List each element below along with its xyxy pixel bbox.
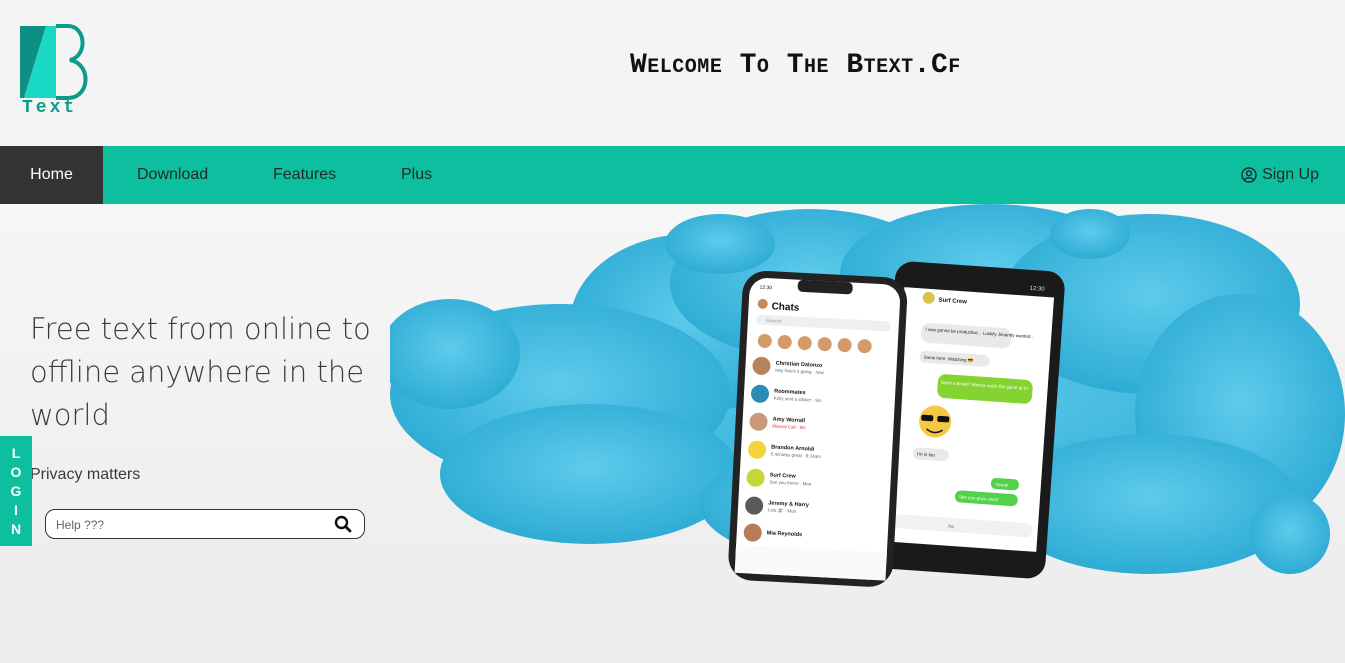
nav-features[interactable]: Features — [273, 146, 336, 204]
page: Text Welcome To The Btext.Cf Home Downlo… — [0, 0, 1345, 663]
site-logo[interactable]: Text — [16, 22, 92, 118]
login-letter: N — [10, 521, 22, 537]
help-search-box — [45, 509, 365, 539]
left-phone-header: Chats — [771, 301, 800, 313]
search-icon[interactable] — [334, 515, 352, 538]
header: Text Welcome To The Btext.Cf — [0, 0, 1345, 146]
welcome-heading: Welcome To The Btext.Cf — [630, 50, 961, 81]
nav-plus[interactable]: Plus — [401, 146, 432, 204]
phone-left: 12:30 Chats Search Christian Dalonzo Hey… — [728, 270, 908, 587]
login-letter: I — [14, 502, 18, 518]
login-side-tab[interactable]: L O G I N — [0, 436, 32, 546]
login-letter: G — [10, 483, 22, 499]
help-search-input[interactable] — [56, 515, 326, 535]
right-phone-time: 12:30 — [1029, 286, 1045, 293]
hero-title: Free text from online to offline anywher… — [30, 312, 371, 432]
nav-home[interactable]: Home — [0, 146, 103, 204]
login-letter: L — [11, 445, 21, 461]
hero-section: Free text from online to offline anywher… — [0, 204, 1345, 663]
user-circle-icon — [1241, 167, 1257, 183]
left-phone-search: Search — [766, 318, 782, 325]
main-nav: Home Download Features Plus Sign Up — [0, 146, 1345, 204]
signup-label: Sign Up — [1262, 166, 1319, 183]
privacy-text: Privacy matters — [30, 466, 141, 483]
signup-link[interactable]: Sign Up — [1241, 146, 1319, 204]
msg-5: Great! — [996, 482, 1009, 488]
nav-download[interactable]: Download — [137, 146, 208, 204]
hero-illustration: 12:30 Surf Crew I was gonna be productiv… — [390, 204, 1345, 587]
left-phone-time: 12:30 — [759, 285, 772, 292]
login-letter: O — [10, 464, 22, 480]
logo-text: Text — [22, 98, 77, 116]
right-phone-input: Aa — [948, 524, 955, 530]
